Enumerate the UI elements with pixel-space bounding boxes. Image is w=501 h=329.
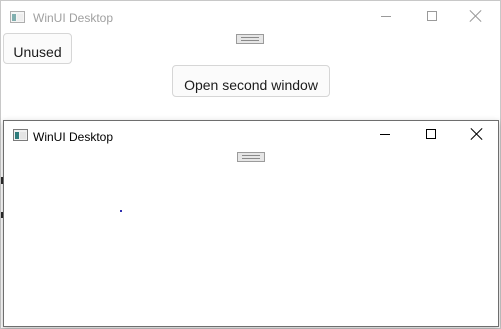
main-window-maximize-button[interactable] bbox=[409, 1, 455, 33]
main-window-title: WinUI Desktop bbox=[33, 11, 114, 25]
second-window: WinUI Desktop bbox=[3, 120, 499, 327]
close-icon bbox=[471, 128, 483, 140]
app-window-icon bbox=[10, 11, 25, 23]
close-icon bbox=[470, 10, 482, 22]
desktop: WinUI Desktop Unused Open second window … bbox=[0, 0, 501, 329]
drag-handle-icon[interactable] bbox=[236, 34, 264, 44]
open-second-window-button[interactable]: Open second window bbox=[172, 65, 330, 97]
second-window-maximize-button[interactable] bbox=[408, 121, 454, 151]
app-window-icon bbox=[13, 129, 28, 141]
stray-pixel-dot bbox=[120, 210, 122, 212]
second-window-close-button[interactable] bbox=[454, 121, 498, 151]
maximize-icon bbox=[427, 11, 437, 21]
unused-button[interactable]: Unused bbox=[3, 33, 72, 64]
main-window-titlebar[interactable]: WinUI Desktop bbox=[1, 1, 500, 33]
maximize-icon bbox=[426, 129, 436, 139]
minimize-icon bbox=[380, 134, 390, 135]
main-window-close-button[interactable] bbox=[453, 1, 499, 33]
main-window-minimize-button[interactable] bbox=[363, 1, 409, 33]
minimize-icon bbox=[381, 16, 391, 17]
second-window-minimize-button[interactable] bbox=[362, 121, 408, 151]
drag-handle-icon[interactable] bbox=[237, 152, 265, 162]
second-window-titlebar[interactable]: WinUI Desktop bbox=[4, 121, 498, 153]
second-window-title: WinUI Desktop bbox=[33, 130, 114, 144]
